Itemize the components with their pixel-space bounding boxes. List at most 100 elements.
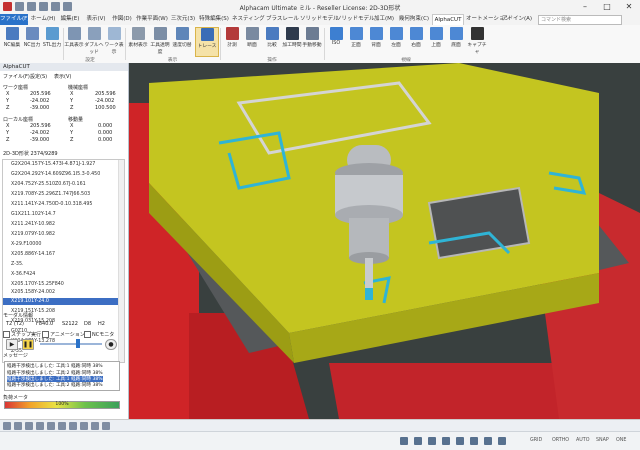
- status-grid[interactable]: GRID: [530, 435, 542, 447]
- nc-line[interactable]: G2X204.292Y-14.609Z96.1I5.3-0.450: [11, 172, 100, 177]
- view-left-button[interactable]: 左面: [386, 27, 406, 55]
- view-right-button[interactable]: 右面: [406, 27, 426, 55]
- nc-line[interactable]: X205.886Y-14.167: [11, 252, 55, 257]
- trace-button[interactable]: トレース: [195, 27, 219, 57]
- tab-3d[interactable]: 三次元(3): [170, 14, 196, 25]
- message-label: メッセージ: [3, 353, 28, 359]
- view-top-button[interactable]: 上面: [426, 27, 446, 55]
- nc-line[interactable]: G1X211.102Y-14.7: [11, 212, 56, 217]
- toolbar-icon[interactable]: [428, 437, 436, 445]
- status-icon[interactable]: [69, 422, 77, 430]
- nc-line-current[interactable]: X219.101Y-24.0: [11, 299, 49, 304]
- stl-output-button[interactable]: STL出力: [42, 27, 62, 55]
- status-icon[interactable]: [25, 422, 33, 430]
- status-ortho[interactable]: ORTHO: [552, 435, 569, 447]
- tab-solid-model[interactable]: ソリッドモデル: [300, 14, 339, 25]
- step-run-checkbox[interactable]: ステップ実行: [3, 331, 41, 338]
- close-button[interactable]: ✕: [618, 0, 640, 14]
- section-button[interactable]: 断面: [242, 27, 262, 55]
- view-back-button[interactable]: 背面: [366, 27, 386, 55]
- play-button[interactable]: ▶: [6, 339, 18, 350]
- tab-edit[interactable]: 編集(E): [58, 14, 82, 25]
- simulation-viewport[interactable]: [129, 63, 640, 419]
- stock-display-button[interactable]: 素材表示: [128, 27, 148, 55]
- toolbar-icon[interactable]: [498, 437, 506, 445]
- toolbar-icon[interactable]: [414, 437, 422, 445]
- tool-display-button[interactable]: 工具表示: [64, 27, 84, 55]
- status-icon[interactable]: [14, 422, 22, 430]
- modal-d: D8: [84, 321, 92, 327]
- machining-time-button[interactable]: 加工時間: [282, 27, 302, 55]
- modal-feed: F840.0: [36, 321, 54, 327]
- nc-line[interactable]: Z-35.: [11, 262, 24, 267]
- tab-home[interactable]: ホーム(H): [30, 14, 56, 25]
- tool-transparency-button[interactable]: 工具透明度: [150, 27, 170, 55]
- tab-addins[interactable]: アドイン(A): [502, 14, 532, 25]
- tab-machining[interactable]: 加工(M): [372, 14, 396, 25]
- tab-brass-rail[interactable]: ブラスレール: [266, 14, 299, 25]
- status-icon[interactable]: [102, 422, 110, 430]
- tab-workplane[interactable]: 作業平面(W): [136, 14, 168, 25]
- status-icon[interactable]: [3, 422, 11, 430]
- view-bottom-icon: [449, 27, 463, 40]
- command-search-input[interactable]: コマンド検索: [538, 15, 622, 25]
- manual-move-button[interactable]: 手動移動: [302, 27, 322, 55]
- capture-button[interactable]: キャプチャ: [466, 27, 488, 55]
- tab-constraints[interactable]: 幾何拘束(C): [398, 14, 430, 25]
- tab-view[interactable]: 表示(V): [84, 14, 108, 25]
- nc-line[interactable]: X-29.F10000: [11, 242, 41, 247]
- view-front-button[interactable]: 正面: [346, 27, 366, 55]
- speed-slider-track[interactable]: [40, 343, 102, 345]
- nc-line[interactable]: X-36.F424: [11, 272, 35, 277]
- panel-menu-file[interactable]: ファイル(F): [3, 73, 30, 80]
- tab-nesting[interactable]: ネスティング: [232, 14, 265, 25]
- nc-line[interactable]: X219.079Y-10.982: [11, 232, 55, 237]
- status-icon[interactable]: [36, 422, 44, 430]
- nc-edit-button[interactable]: NC編集: [2, 27, 22, 55]
- status-auto[interactable]: AUTO: [576, 435, 590, 447]
- speed-switch-button[interactable]: 速度切替: [172, 27, 192, 55]
- compare-button[interactable]: 比較: [262, 27, 282, 55]
- minimize-button[interactable]: –: [574, 0, 596, 14]
- speed-slider-thumb[interactable]: [76, 339, 80, 348]
- message-list[interactable]: 経路干渉検出しました: 工具:1 経路:同時 38% 経路干渉検出しました: 工…: [4, 361, 120, 391]
- nc-line[interactable]: X204.752Y-25.510Z0.67J-0.161: [11, 182, 86, 187]
- status-icon[interactable]: [80, 422, 88, 430]
- status-snap[interactable]: SNAP: [596, 435, 609, 447]
- status-icon[interactable]: [47, 422, 55, 430]
- toolbar-icon[interactable]: [442, 437, 450, 445]
- nc-line[interactable]: X205.170Y-15.25F840: [11, 282, 64, 287]
- tab-solid-model-2[interactable]: ソリッドモデル: [336, 14, 375, 25]
- double-head-button[interactable]: ダブルヘッド: [84, 27, 104, 55]
- coord-value: -24.002: [95, 98, 115, 104]
- nc-line[interactable]: X211.241Y-10.982: [11, 222, 55, 227]
- nc-list-scrollbar[interactable]: [118, 160, 124, 362]
- nc-line[interactable]: X211.141Y-24.750D-0.10.318.495: [11, 202, 92, 207]
- measure-button[interactable]: 計測: [222, 27, 242, 55]
- view-iso-button[interactable]: ISO: [326, 27, 346, 55]
- nc-line[interactable]: X205.158Y-24.002: [11, 290, 55, 295]
- nc-line[interactable]: G2X204.157Y-15.473I-4.871J-1.927: [11, 162, 95, 167]
- status-one[interactable]: ONE: [616, 435, 626, 447]
- tab-special-edit[interactable]: 特殊編集(S): [198, 14, 230, 25]
- toolbar-icon[interactable]: [456, 437, 464, 445]
- stop-button[interactable]: ●: [105, 339, 117, 350]
- status-icon[interactable]: [91, 422, 99, 430]
- toolbar-icon[interactable]: [484, 437, 492, 445]
- maximize-button[interactable]: □: [596, 0, 618, 14]
- toolbar-icon[interactable]: [400, 437, 408, 445]
- status-icon[interactable]: [58, 422, 66, 430]
- view-bottom-button[interactable]: 底面: [446, 27, 466, 55]
- tab-file[interactable]: ファイル(F): [0, 14, 29, 25]
- nc-line[interactable]: X219.708Y-25.296Z1.747J66.503: [11, 192, 90, 197]
- work-display-button[interactable]: ワーク表示: [104, 27, 124, 55]
- nc-monitor-checkbox[interactable]: NCモニタ: [84, 331, 114, 338]
- nc-output-button[interactable]: NC出力: [22, 27, 42, 55]
- panel-menu-view[interactable]: 表示(V): [54, 73, 71, 80]
- tab-automation[interactable]: オートメーション: [466, 14, 510, 25]
- panel-menu-settings[interactable]: 設定(S): [30, 73, 47, 80]
- pause-button[interactable]: ❚❚: [22, 339, 34, 350]
- tab-draw[interactable]: 作図(D): [110, 14, 134, 25]
- toolbar-icon[interactable]: [470, 437, 478, 445]
- animation-checkbox[interactable]: アニメーション: [42, 331, 85, 338]
